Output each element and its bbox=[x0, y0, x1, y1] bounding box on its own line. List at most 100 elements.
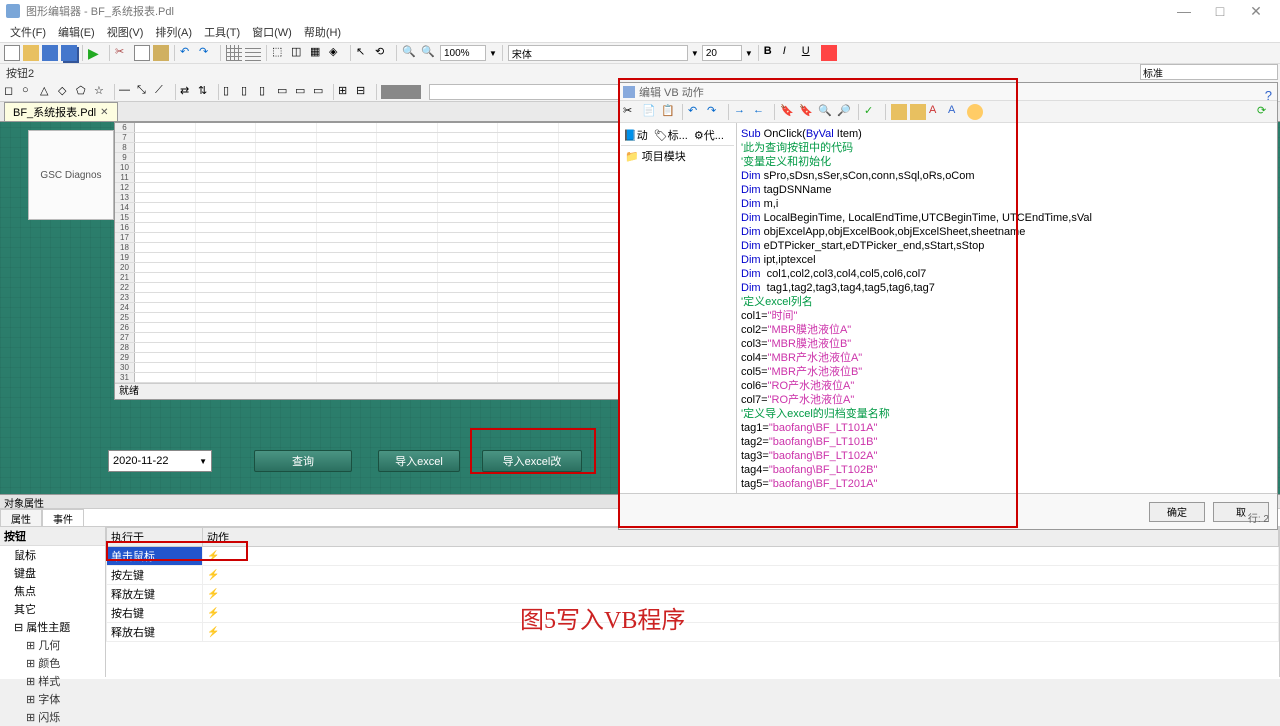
new-icon[interactable] bbox=[4, 45, 20, 61]
cell[interactable] bbox=[498, 293, 559, 302]
cell[interactable] bbox=[135, 323, 196, 332]
saveall-icon[interactable] bbox=[61, 45, 77, 61]
cell[interactable] bbox=[256, 213, 317, 222]
copy-icon[interactable] bbox=[134, 45, 150, 61]
cell[interactable] bbox=[438, 353, 499, 362]
table-row[interactable]: 19 bbox=[115, 253, 619, 263]
cell[interactable] bbox=[498, 363, 559, 372]
cell[interactable] bbox=[559, 293, 620, 302]
cell[interactable] bbox=[256, 343, 317, 352]
cell[interactable] bbox=[135, 213, 196, 222]
cell[interactable] bbox=[498, 303, 559, 312]
redo-icon[interactable]: ↷ bbox=[199, 45, 215, 61]
spreadsheet[interactable]: 6789101112131415161718192021222324252627… bbox=[114, 122, 620, 400]
shape4-icon[interactable]: ◇ bbox=[58, 84, 74, 100]
cell[interactable] bbox=[135, 363, 196, 372]
play-icon[interactable]: ▶ bbox=[88, 45, 104, 61]
vb-code-editor[interactable]: Sub OnClick(ByVal Item) '此为查询按钮中的代码 '变量定… bbox=[737, 123, 1277, 493]
table-row[interactable]: 31 bbox=[115, 373, 619, 383]
cell[interactable] bbox=[135, 353, 196, 362]
tab-close-icon[interactable]: ✕ bbox=[100, 107, 108, 118]
cell[interactable] bbox=[256, 173, 317, 182]
dist2-icon[interactable]: ⊟ bbox=[356, 84, 372, 100]
gsc-diagnos-box[interactable]: GSC Diagnos bbox=[28, 130, 114, 220]
menu-item[interactable]: 文件(F) bbox=[4, 24, 52, 40]
table-row[interactable]: 6 bbox=[115, 123, 619, 133]
table-row[interactable]: 16 bbox=[115, 223, 619, 233]
align5-icon[interactable]: ▭ bbox=[295, 84, 311, 100]
cell[interactable] bbox=[196, 133, 257, 142]
cell[interactable] bbox=[196, 363, 257, 372]
color-swatch[interactable] bbox=[419, 85, 421, 99]
cell[interactable] bbox=[196, 333, 257, 342]
pointer-icon[interactable]: ↖ bbox=[356, 45, 372, 61]
cell[interactable] bbox=[498, 143, 559, 152]
cell[interactable] bbox=[498, 353, 559, 362]
lightning-icon[interactable]: ⚡ bbox=[207, 608, 219, 619]
cell[interactable] bbox=[498, 133, 559, 142]
cell[interactable] bbox=[317, 353, 378, 362]
cell[interactable] bbox=[438, 263, 499, 272]
cell[interactable] bbox=[438, 313, 499, 322]
cell[interactable] bbox=[377, 123, 438, 132]
lightning-icon[interactable]: ⚡ bbox=[207, 551, 219, 562]
align1-icon[interactable]: ▯ bbox=[223, 84, 239, 100]
cell[interactable] bbox=[196, 373, 257, 382]
table-row[interactable]: 21 bbox=[115, 273, 619, 283]
cell[interactable] bbox=[196, 143, 257, 152]
cell[interactable] bbox=[377, 343, 438, 352]
table-row[interactable]: 17 bbox=[115, 233, 619, 243]
table-row[interactable]: 10 bbox=[115, 163, 619, 173]
vb-tree-tab-1[interactable]: 📘动 bbox=[623, 127, 648, 143]
cell[interactable] bbox=[256, 353, 317, 362]
cell[interactable] bbox=[317, 363, 378, 372]
table-row[interactable]: 29 bbox=[115, 353, 619, 363]
cell[interactable] bbox=[377, 233, 438, 242]
cell[interactable] bbox=[377, 203, 438, 212]
cell[interactable] bbox=[438, 133, 499, 142]
bold-icon[interactable]: B bbox=[764, 45, 780, 61]
right-combo[interactable]: ▼ bbox=[1140, 64, 1280, 80]
table-row[interactable]: 28 bbox=[115, 343, 619, 353]
cell[interactable] bbox=[498, 253, 559, 262]
minimize-icon[interactable]: — bbox=[1166, 0, 1202, 22]
menu-item[interactable]: 窗口(W) bbox=[246, 24, 298, 40]
cell[interactable] bbox=[135, 143, 196, 152]
cell[interactable] bbox=[256, 253, 317, 262]
prop-tree-item[interactable]: 鼠标 bbox=[0, 546, 105, 564]
cell[interactable] bbox=[256, 143, 317, 152]
cell[interactable] bbox=[196, 193, 257, 202]
cell[interactable] bbox=[135, 343, 196, 352]
cell[interactable] bbox=[438, 303, 499, 312]
cell[interactable] bbox=[377, 273, 438, 282]
query-button[interactable]: 查询 bbox=[254, 450, 352, 472]
grid-icon[interactable] bbox=[226, 45, 242, 61]
cell[interactable] bbox=[377, 183, 438, 192]
cell[interactable] bbox=[317, 243, 378, 252]
cell[interactable] bbox=[196, 243, 257, 252]
cell[interactable] bbox=[135, 253, 196, 262]
cell[interactable] bbox=[196, 183, 257, 192]
cell[interactable] bbox=[135, 153, 196, 162]
cell[interactable] bbox=[377, 253, 438, 262]
cell[interactable] bbox=[559, 213, 620, 222]
cell[interactable] bbox=[377, 373, 438, 382]
cell[interactable] bbox=[135, 183, 196, 192]
maximize-icon[interactable]: □ bbox=[1202, 0, 1238, 22]
shape6-icon[interactable]: ☆ bbox=[94, 84, 110, 100]
cell[interactable] bbox=[498, 273, 559, 282]
cell[interactable] bbox=[498, 323, 559, 332]
cell[interactable] bbox=[377, 313, 438, 322]
shape2-icon[interactable]: ○ bbox=[22, 84, 38, 100]
dropdown-icon[interactable]: ▼ bbox=[199, 457, 207, 466]
cell[interactable] bbox=[559, 153, 620, 162]
cell[interactable] bbox=[438, 293, 499, 302]
cell[interactable] bbox=[559, 203, 620, 212]
table-row[interactable]: 15 bbox=[115, 213, 619, 223]
cell[interactable] bbox=[135, 373, 196, 382]
cell[interactable] bbox=[377, 193, 438, 202]
cell[interactable] bbox=[559, 283, 620, 292]
cell[interactable] bbox=[498, 203, 559, 212]
cell[interactable] bbox=[377, 143, 438, 152]
cell[interactable] bbox=[196, 163, 257, 172]
